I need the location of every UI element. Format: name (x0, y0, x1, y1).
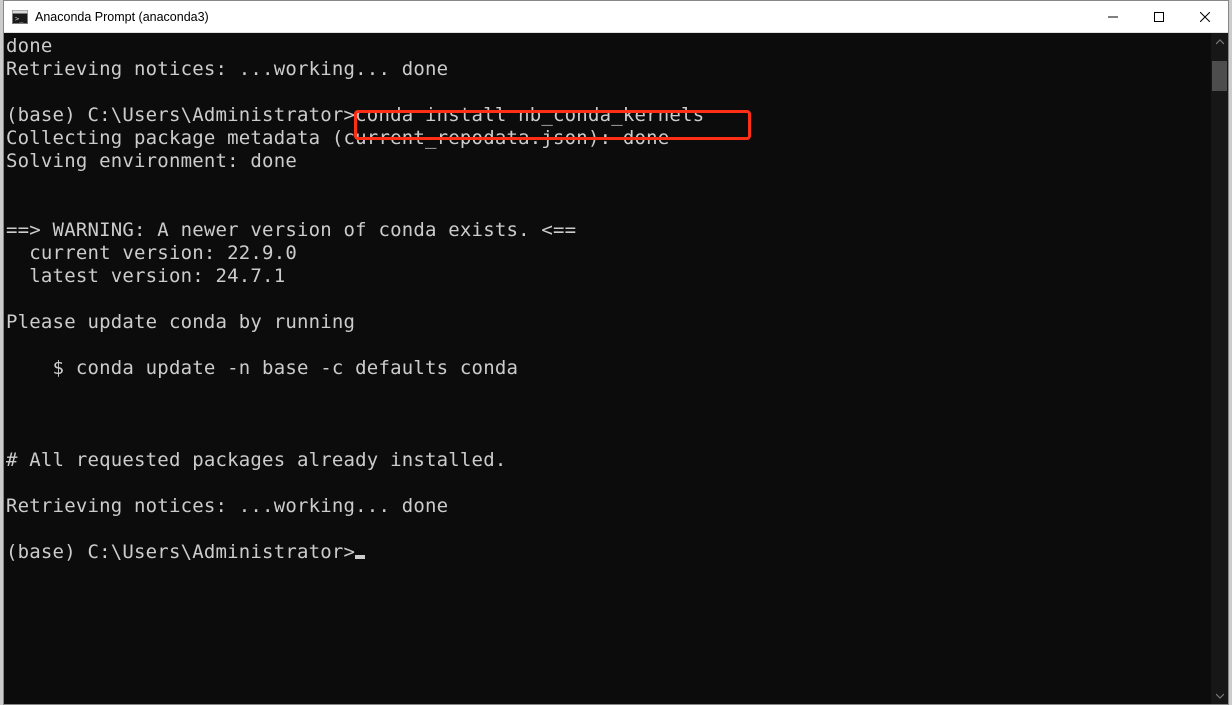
terminal-line: current version: 22.9.0 (6, 242, 1211, 265)
terminal-output[interactable]: doneRetrieving notices: ...working... do… (4, 33, 1211, 704)
close-button[interactable] (1182, 1, 1228, 32)
minimize-button[interactable] (1090, 1, 1136, 32)
terminal-line: Solving environment: done (6, 150, 1211, 173)
minimize-icon (1108, 12, 1118, 22)
scroll-down-button[interactable] (1211, 687, 1228, 704)
terminal-line (6, 380, 1211, 403)
terminal-line: latest version: 24.7.1 (6, 265, 1211, 288)
close-icon (1200, 12, 1210, 22)
terminal-line (6, 518, 1211, 541)
terminal-app-icon: >_ (12, 9, 28, 25)
anaconda-prompt-window: >_ Anaconda Prompt (anaconda3) doneRetri… (3, 0, 1229, 705)
terminal-area[interactable]: doneRetrieving notices: ...working... do… (4, 33, 1228, 704)
window-title: Anaconda Prompt (anaconda3) (35, 10, 1090, 24)
terminal-cursor (355, 555, 365, 559)
maximize-icon (1154, 12, 1164, 22)
titlebar[interactable]: >_ Anaconda Prompt (anaconda3) (4, 1, 1228, 33)
terminal-line: Retrieving notices: ...working... done (6, 58, 1211, 81)
terminal-line (6, 196, 1211, 219)
vertical-scrollbar[interactable] (1211, 33, 1228, 704)
terminal-line: Please update conda by running (6, 311, 1211, 334)
terminal-line (6, 426, 1211, 449)
terminal-line (6, 173, 1211, 196)
terminal-line: done (6, 35, 1211, 58)
terminal-line (6, 334, 1211, 357)
maximize-button[interactable] (1136, 1, 1182, 32)
terminal-line (6, 403, 1211, 426)
terminal-line: Retrieving notices: ...working... done (6, 495, 1211, 518)
window-controls (1090, 1, 1228, 32)
terminal-line: $ conda update -n base -c defaults conda (6, 357, 1211, 380)
svg-text:>_: >_ (15, 15, 24, 23)
scroll-up-button[interactable] (1211, 33, 1228, 50)
scrollbar-thumb[interactable] (1212, 61, 1227, 91)
terminal-line: ==> WARNING: A newer version of conda ex… (6, 219, 1211, 242)
chevron-up-icon (1216, 38, 1224, 46)
terminal-line: Collecting package metadata (current_rep… (6, 127, 1211, 150)
terminal-line (6, 472, 1211, 495)
terminal-line: # All requested packages already install… (6, 449, 1211, 472)
terminal-line: (base) C:\Users\Administrator> (6, 541, 1211, 564)
chevron-down-icon (1216, 692, 1224, 700)
terminal-line (6, 81, 1211, 104)
terminal-line (6, 288, 1211, 311)
terminal-line: (base) C:\Users\Administrator>conda inst… (6, 104, 1211, 127)
